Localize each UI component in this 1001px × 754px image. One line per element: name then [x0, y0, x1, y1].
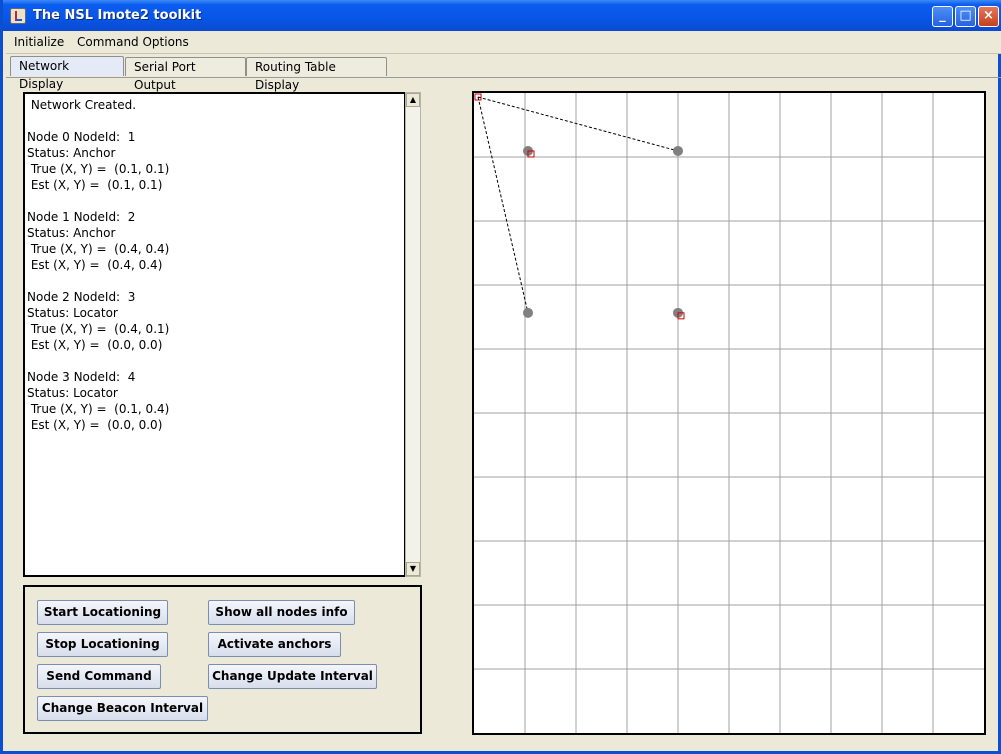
link-line — [477, 96, 679, 152]
tab-network-display[interactable]: Network Display — [10, 56, 124, 91]
link-line — [477, 96, 529, 313]
stop-locationing-button[interactable]: Stop Locationing — [37, 632, 168, 657]
send-command-button[interactable]: Send Command — [37, 664, 161, 689]
start-locationing-button[interactable]: Start Locationing — [37, 600, 168, 625]
log-line: Est (X, Y) = (0.0, 0.0) — [27, 338, 163, 352]
menu-initialize[interactable]: Initialize — [14, 35, 64, 49]
log-line: Node 1 NodeId: 2 — [27, 210, 136, 224]
activate-anchors-button[interactable]: Activate anchors — [208, 632, 341, 657]
log-line: Status: Locator — [27, 306, 118, 320]
log-line: Node 2 NodeId: 3 — [27, 290, 136, 304]
java-app-icon — [10, 8, 26, 24]
app-window: The NSL Imote2 toolkit _ □ × Initialize … — [0, 0, 1001, 754]
log-scrollbar[interactable]: ▲ ▼ — [405, 92, 421, 577]
menu-command-options[interactable]: Command Options — [77, 35, 189, 49]
log-line: Status: Anchor — [27, 146, 116, 160]
log-line: True (X, Y) = (0.1, 0.4) — [27, 402, 170, 416]
log-line: True (X, Y) = (0.4, 0.4) — [27, 242, 170, 256]
tab-strip: Network Display Serial Port Output Routi… — [6, 55, 1001, 92]
title-bar[interactable]: The NSL Imote2 toolkit _ □ × — [3, 0, 1001, 31]
log-line: Node 3 NodeId: 4 — [27, 370, 136, 384]
node-marker — [673, 145, 683, 156]
node-marker — [523, 307, 533, 318]
log-line: Status: Locator — [27, 386, 118, 400]
log-line: Node 0 NodeId: 1 — [27, 130, 136, 144]
tab-serial-port-output[interactable]: Serial Port Output — [125, 57, 246, 92]
log-line: Est (X, Y) = (0.4, 0.4) — [27, 258, 163, 272]
change-update-interval-button[interactable]: Change Update Interval — [208, 664, 377, 689]
tab-routing-table-display[interactable]: Routing Table Display — [246, 57, 387, 92]
log-line: True (X, Y) = (0.4, 0.1) — [27, 322, 170, 336]
network-grid-svg — [474, 93, 984, 733]
menu-bar: Initialize Command Options — [6, 31, 1001, 54]
minimize-icon[interactable]: _ — [932, 6, 953, 27]
command-button-panel: Start Locationing Show all nodes info St… — [23, 585, 422, 734]
log-line: Est (X, Y) = (0.1, 0.1) — [27, 178, 163, 192]
network-log-textarea[interactable]: Network Created. Node 0 NodeId: 1 Status:… — [23, 92, 406, 577]
maximize-icon[interactable]: □ — [955, 6, 976, 27]
change-beacon-interval-button[interactable]: Change Beacon Interval — [37, 696, 208, 721]
log-line: Status: Anchor — [27, 226, 116, 240]
close-icon[interactable]: × — [978, 6, 999, 27]
log-line: True (X, Y) = (0.1, 0.1) — [27, 162, 170, 176]
log-line: Network Created. — [27, 98, 137, 112]
scroll-up-arrow-icon[interactable]: ▲ — [406, 93, 420, 107]
scroll-down-arrow-icon[interactable]: ▼ — [406, 562, 420, 576]
network-display-plot[interactable] — [472, 91, 986, 735]
show-all-nodes-info-button[interactable]: Show all nodes info — [208, 600, 355, 625]
log-line: Est (X, Y) = (0.0, 0.0) — [27, 418, 163, 432]
window-title: The NSL Imote2 toolkit — [33, 8, 202, 23]
